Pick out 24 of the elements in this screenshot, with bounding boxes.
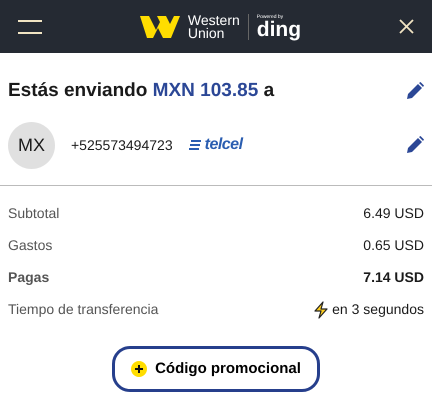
close-icon[interactable]: [398, 19, 414, 34]
summary-label: Gastos: [8, 236, 52, 255]
summary-value: 7.14 USD: [363, 268, 424, 287]
summary-value: 0.65 USD: [363, 236, 424, 255]
summary-value: 6.49 USD: [363, 204, 424, 223]
edit-icon[interactable]: [406, 136, 424, 154]
menu-icon[interactable]: [18, 18, 42, 34]
operator-logo-icon: [188, 140, 201, 150]
avatar: MX: [8, 122, 55, 168]
operator-logo-text: telcel: [204, 135, 243, 155]
logo-icon: [140, 16, 180, 38]
phone-number: +525573494723: [71, 136, 173, 154]
partner-logo-text: ding: [256, 20, 302, 40]
summary-label: Pagas: [8, 268, 50, 287]
logo-text: Union: [188, 26, 224, 40]
summary-value: en 3 segundos: [332, 300, 424, 319]
lightning-icon: [314, 300, 328, 318]
edit-icon[interactable]: [406, 82, 424, 100]
promo-code-button[interactable]: Código promocional: [112, 346, 320, 392]
summary-label: Tiempo de transferencia: [8, 300, 158, 319]
logo-text: Western: [188, 14, 240, 26]
summary-label: Subtotal: [8, 204, 60, 223]
heading: Estás enviando MXN 103.85 a: [8, 79, 274, 103]
plus-icon: [131, 360, 148, 377]
